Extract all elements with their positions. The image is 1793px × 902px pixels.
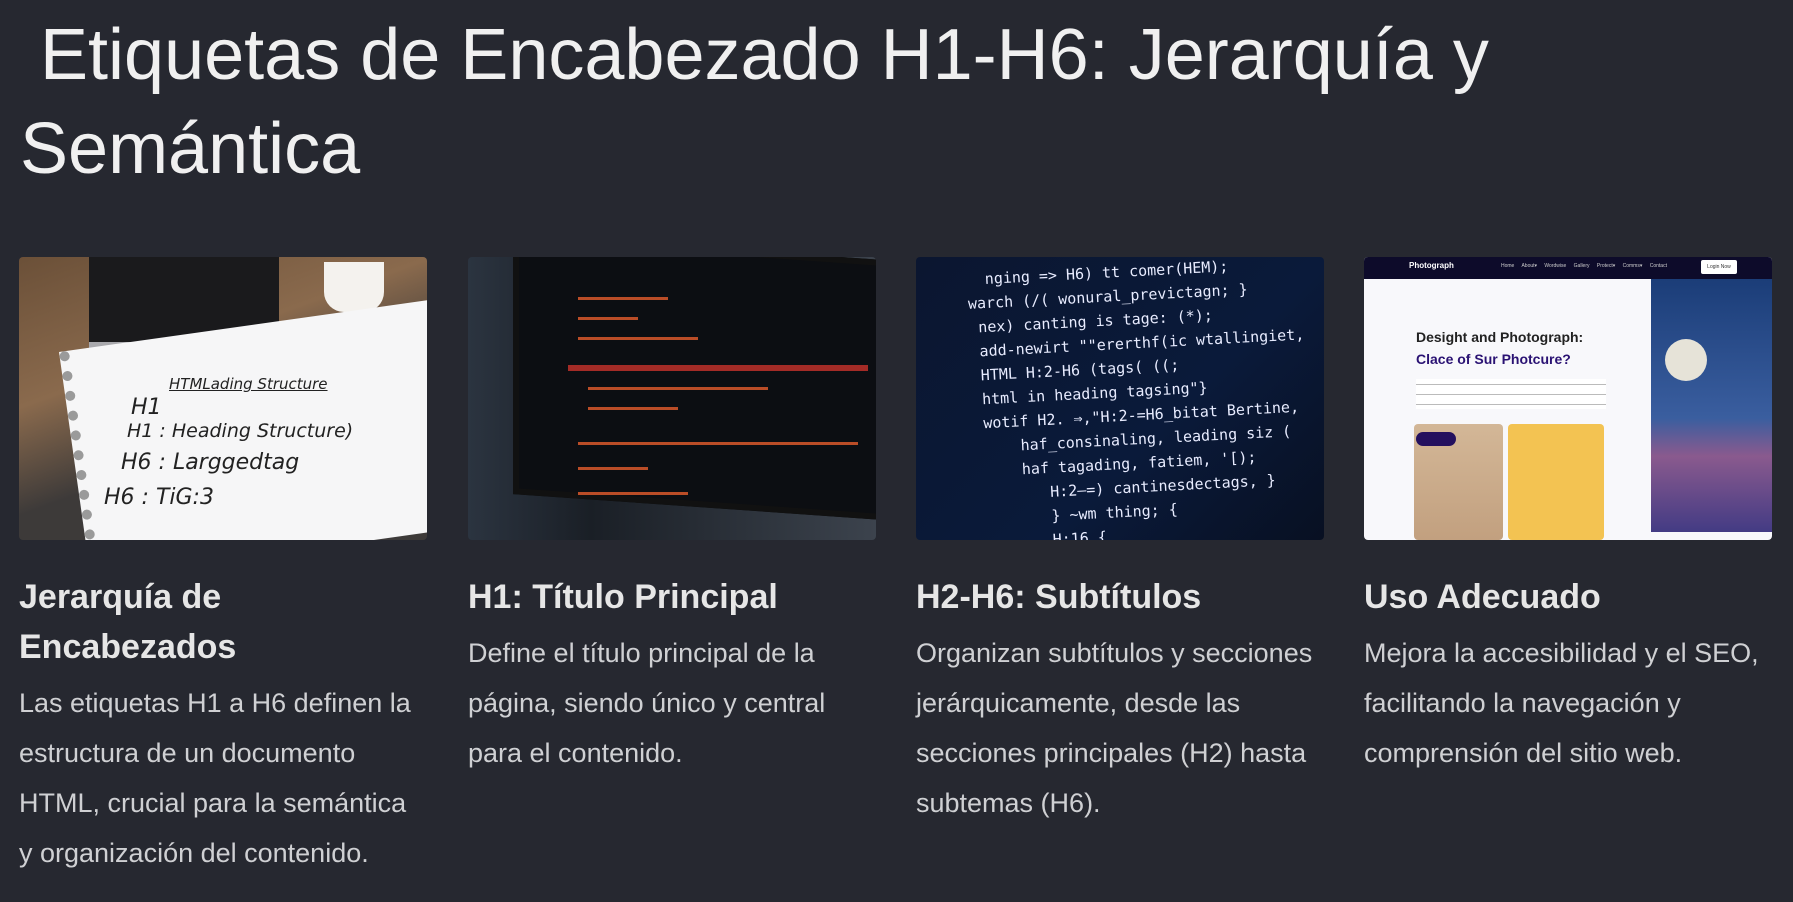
- card-h1-title: H1: Título Principal Define el título pr…: [468, 257, 876, 778]
- card-proper-use: Photograph Home About▾ Wordwise Gallery …: [1364, 257, 1772, 778]
- card-body: Define el título principal de la página,…: [468, 638, 826, 768]
- card-h2-h6-subtitles: nging => H6) tt comer(HEM); warch (/( wo…: [916, 257, 1324, 828]
- moon-icon: [1665, 339, 1707, 381]
- page-title: Etiquetas de Encabezado H1-H6: Jerarquía…: [20, 15, 1509, 189]
- card-heading: H1: Título Principal: [468, 578, 778, 616]
- notebook-handwriting-image: HTMLading Structure H1 H1 : Heading Stru…: [19, 257, 427, 540]
- monitor-code-image: [468, 257, 876, 540]
- code-closeup-image: nging => H6) tt comer(HEM); warch (/( wo…: [916, 257, 1324, 540]
- card-heading: Jerarquía de Encabezados: [19, 578, 237, 666]
- code-text: nging => H6) tt comer(HEM); warch (/( wo…: [967, 257, 1305, 540]
- site-logo: Photograph: [1409, 261, 1454, 270]
- site-login-button: Login Now: [1701, 260, 1737, 274]
- handwriting-line: HTMLading Structure: [169, 375, 328, 393]
- card-heading-hierarchy: HTMLading Structure H1 H1 : Heading Stru…: [19, 257, 427, 878]
- handwriting-line: H1: [131, 395, 162, 420]
- site-nav: Home About▾ Wordwise Gallery Protect▾ Co…: [1501, 263, 1667, 269]
- handwriting-line: H6 : Larggedtag: [121, 450, 300, 475]
- card-body: Las etiquetas H1 a H6 definen la estruct…: [19, 688, 411, 868]
- site-subheading: Clace of Sur Photcure?: [1416, 351, 1571, 367]
- card-body: Mejora la accesibilidad y el SEO, facili…: [1364, 638, 1759, 768]
- card-heading: Uso Adecuado: [1364, 578, 1601, 616]
- site-heading: Desight and Photograph:: [1416, 329, 1584, 345]
- website-screenshot-image: Photograph Home About▾ Wordwise Gallery …: [1364, 257, 1772, 540]
- handwriting-line: H1 : Heading Structure): [127, 420, 354, 442]
- handwriting-line: H6 : TiG:3: [104, 485, 214, 510]
- card-body: Organizan subtítulos y secciones jerárqu…: [916, 638, 1313, 818]
- card-heading: H2-H6: Subtítulos: [916, 578, 1202, 616]
